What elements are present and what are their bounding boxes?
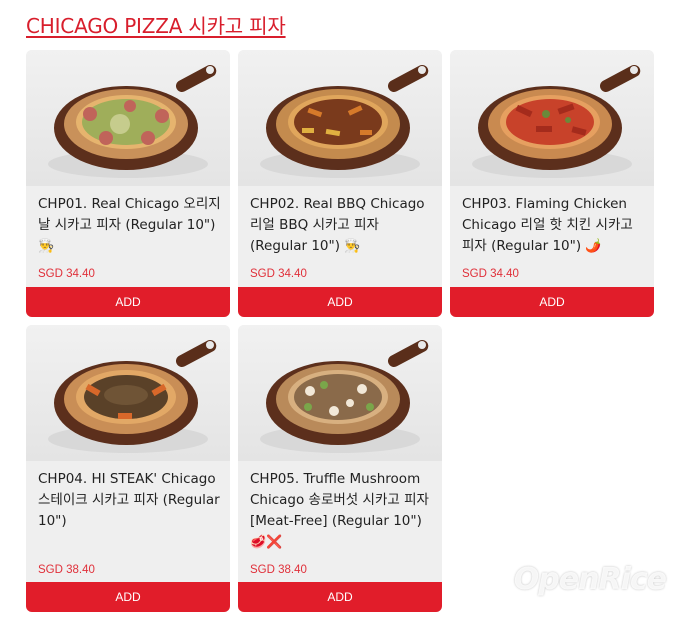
pizza-image	[238, 50, 442, 186]
section-title: CHICAGO PIZZA 시카고 피자	[26, 14, 286, 38]
product-name: CHP01. Real Chicago 오리지날 시카고 피자 (Regular…	[38, 196, 221, 254]
product-name: CHP02. Real BBQ Chicago 리얼 BBQ 시카고 피자 (R…	[250, 196, 425, 254]
product-name: CHP03. Flaming Chicken Chicago 리얼 핫 치킨 시…	[462, 196, 633, 254]
product-price: SGD 34.40	[462, 268, 519, 280]
chef-icon: 👨‍🍳	[344, 239, 361, 254]
product-price: SGD 38.40	[38, 564, 95, 576]
product-price: SGD 34.40	[250, 268, 307, 280]
product-name: CHP04. HI STEAK' Chicago 스테이크 시카고 피자 (Re…	[38, 471, 220, 529]
product-name: CHP05. Truffle Mushroom Chicago 송로버섯 시카고…	[250, 471, 429, 550]
add-button[interactable]: ADD	[450, 287, 654, 317]
product-card[interactable]: CHP04. HI STEAK' Chicago 스테이크 시카고 피자 (Re…	[26, 325, 230, 612]
product-card[interactable]: CHP02. Real BBQ Chicago 리얼 BBQ 시카고 피자 (R…	[238, 50, 442, 317]
chili-pepper-icon: 🌶️	[585, 239, 602, 254]
pizza-image	[450, 50, 654, 186]
pizza-image	[26, 50, 230, 186]
openrice-watermark: OpenRice	[513, 562, 667, 597]
add-button[interactable]: ADD	[26, 287, 230, 317]
add-button[interactable]: ADD	[238, 582, 442, 612]
pizza-image	[238, 325, 442, 461]
add-button[interactable]: ADD	[238, 287, 442, 317]
pizza-image	[26, 325, 230, 461]
product-card[interactable]: CHP01. Real Chicago 오리지날 시카고 피자 (Regular…	[26, 50, 230, 317]
product-card[interactable]: CHP05. Truffle Mushroom Chicago 송로버섯 시카고…	[238, 325, 442, 612]
meat-crossed-icon: 🥩❌	[250, 535, 283, 550]
product-price: SGD 38.40	[250, 564, 307, 576]
product-card[interactable]: CHP03. Flaming Chicken Chicago 리얼 핫 치킨 시…	[450, 50, 654, 317]
chef-icon: 👨‍🍳	[38, 239, 55, 254]
product-price: SGD 34.40	[38, 268, 95, 280]
add-button[interactable]: ADD	[26, 582, 230, 612]
